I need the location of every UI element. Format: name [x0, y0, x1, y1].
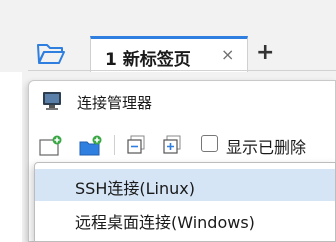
window-title: 连接管理器: [77, 94, 153, 112]
new-connection-menu: SSH连接(Linux) 远程桌面连接(Windows): [34, 162, 336, 242]
expand-icon[interactable]: [163, 135, 185, 155]
tab-label: 1 新标签页: [105, 50, 191, 70]
new-folder-icon[interactable]: [79, 135, 102, 156]
toolbar: 显示已删除: [29, 125, 336, 159]
new-file-icon[interactable]: [39, 135, 62, 156]
menu-item-ssh[interactable]: SSH连接(Linux): [35, 169, 335, 201]
tab-new-tab[interactable]: 1 新标签页 ×: [90, 36, 248, 72]
folder-open-icon[interactable]: [36, 40, 66, 66]
menu-item-remote-desktop[interactable]: 远程桌面连接(Windows): [35, 203, 335, 235]
close-icon[interactable]: ×: [221, 45, 234, 64]
show-deleted-checkbox[interactable]: [201, 135, 218, 152]
menu-item-label: 远程桌面连接(Windows): [75, 213, 255, 232]
plus-icon[interactable]: +: [256, 40, 274, 65]
monitor-icon: [41, 91, 63, 111]
collapse-icon[interactable]: [127, 135, 149, 155]
show-deleted-label: 显示已删除: [226, 138, 307, 157]
tab-bar: 1 新标签页 × +: [0, 0, 336, 72]
toolbar-separator: [114, 135, 115, 155]
tab-bar-divider: [28, 70, 336, 71]
menu-item-label: SSH连接(Linux): [75, 179, 195, 198]
